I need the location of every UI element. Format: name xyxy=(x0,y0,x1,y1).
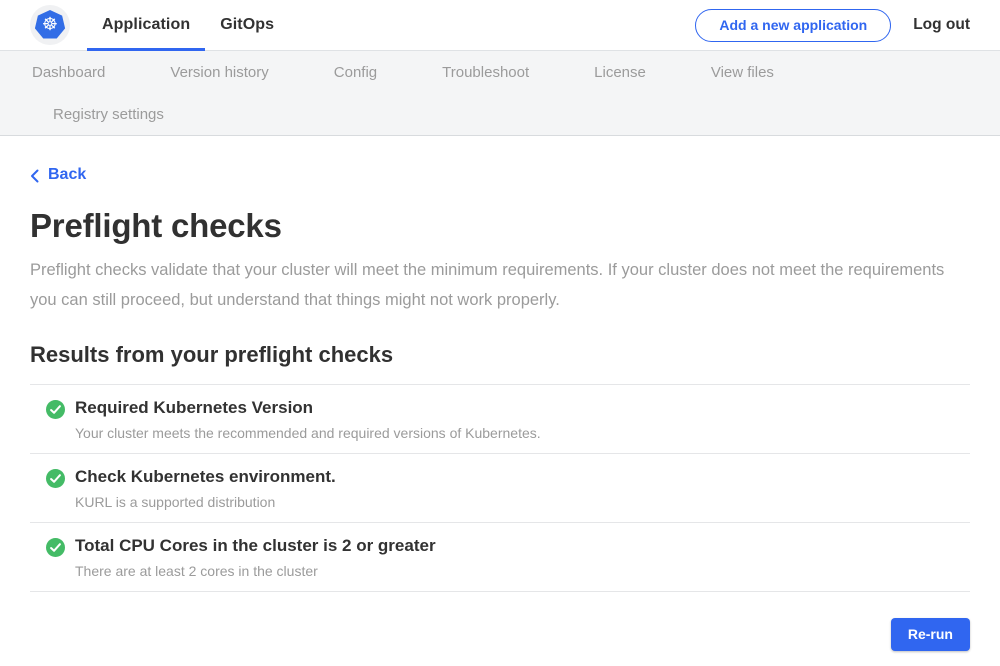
page-description: Preflight checks validate that your clus… xyxy=(30,255,950,315)
subnav-item-config[interactable]: Config xyxy=(324,64,387,81)
check-title: Total CPU Cores in the cluster is 2 or g… xyxy=(75,536,436,556)
check-title: Check Kubernetes environment. xyxy=(75,467,336,487)
check-title: Required Kubernetes Version xyxy=(75,398,541,418)
logout-link[interactable]: Log out xyxy=(913,16,970,34)
chevron-left-icon xyxy=(30,169,39,183)
preflight-check-row: Check Kubernetes environment. KURL is a … xyxy=(30,454,970,523)
check-message: KURL is a supported distribution xyxy=(75,494,336,510)
top-navbar: ☸ Application GitOps Add a new applicati… xyxy=(0,0,1000,51)
subnav-item-version-history[interactable]: Version history xyxy=(160,64,278,81)
check-message: Your cluster meets the recommended and r… xyxy=(75,425,541,441)
top-tabs: Application GitOps xyxy=(87,0,289,50)
check-text: Check Kubernetes environment. KURL is a … xyxy=(75,467,336,510)
subnav-row-2: Registry settings xyxy=(22,94,1000,135)
back-link[interactable]: Back xyxy=(30,166,86,184)
check-message: There are at least 2 cores in the cluste… xyxy=(75,563,436,579)
top-right-actions: Add a new application Log out xyxy=(695,9,970,42)
check-circle-icon xyxy=(46,400,65,419)
tab-application-label: Application xyxy=(102,16,190,34)
subnav-item-troubleshoot[interactable]: Troubleshoot xyxy=(432,64,539,81)
kubernetes-heptagon: ☸ xyxy=(35,10,66,40)
subnav-item-license[interactable]: License xyxy=(584,64,656,81)
preflight-results-list: Required Kubernetes Version Your cluster… xyxy=(30,384,970,592)
footer-actions: Re-run xyxy=(30,618,970,651)
kubernetes-wheel-icon: ☸ xyxy=(42,16,58,34)
subnav-item-view-files[interactable]: View files xyxy=(701,64,784,81)
back-label: Back xyxy=(48,166,86,184)
subnav-item-dashboard[interactable]: Dashboard xyxy=(22,64,115,81)
preflight-page: Back Preflight checks Preflight checks v… xyxy=(0,136,1000,651)
check-text: Required Kubernetes Version Your cluster… xyxy=(75,398,541,441)
preflight-check-row: Total CPU Cores in the cluster is 2 or g… xyxy=(30,523,970,592)
preflight-check-row: Required Kubernetes Version Your cluster… xyxy=(30,385,970,454)
subnav-item-registry-settings[interactable]: Registry settings xyxy=(43,106,174,123)
check-text: Total CPU Cores in the cluster is 2 or g… xyxy=(75,536,436,579)
results-heading: Results from your preflight checks xyxy=(30,342,970,368)
page-title: Preflight checks xyxy=(30,207,970,245)
app-subnav: Dashboard Version history Config Trouble… xyxy=(0,51,1000,136)
check-circle-icon xyxy=(46,538,65,557)
add-application-button[interactable]: Add a new application xyxy=(695,9,891,42)
tab-gitops-label: GitOps xyxy=(220,16,274,34)
subnav-row-1: Dashboard Version history Config Trouble… xyxy=(22,51,1000,94)
tab-application[interactable]: Application xyxy=(87,0,205,50)
kubernetes-logo[interactable]: ☸ xyxy=(30,5,70,45)
check-circle-icon xyxy=(46,469,65,488)
tab-gitops[interactable]: GitOps xyxy=(205,0,289,50)
rerun-button[interactable]: Re-run xyxy=(891,618,970,651)
